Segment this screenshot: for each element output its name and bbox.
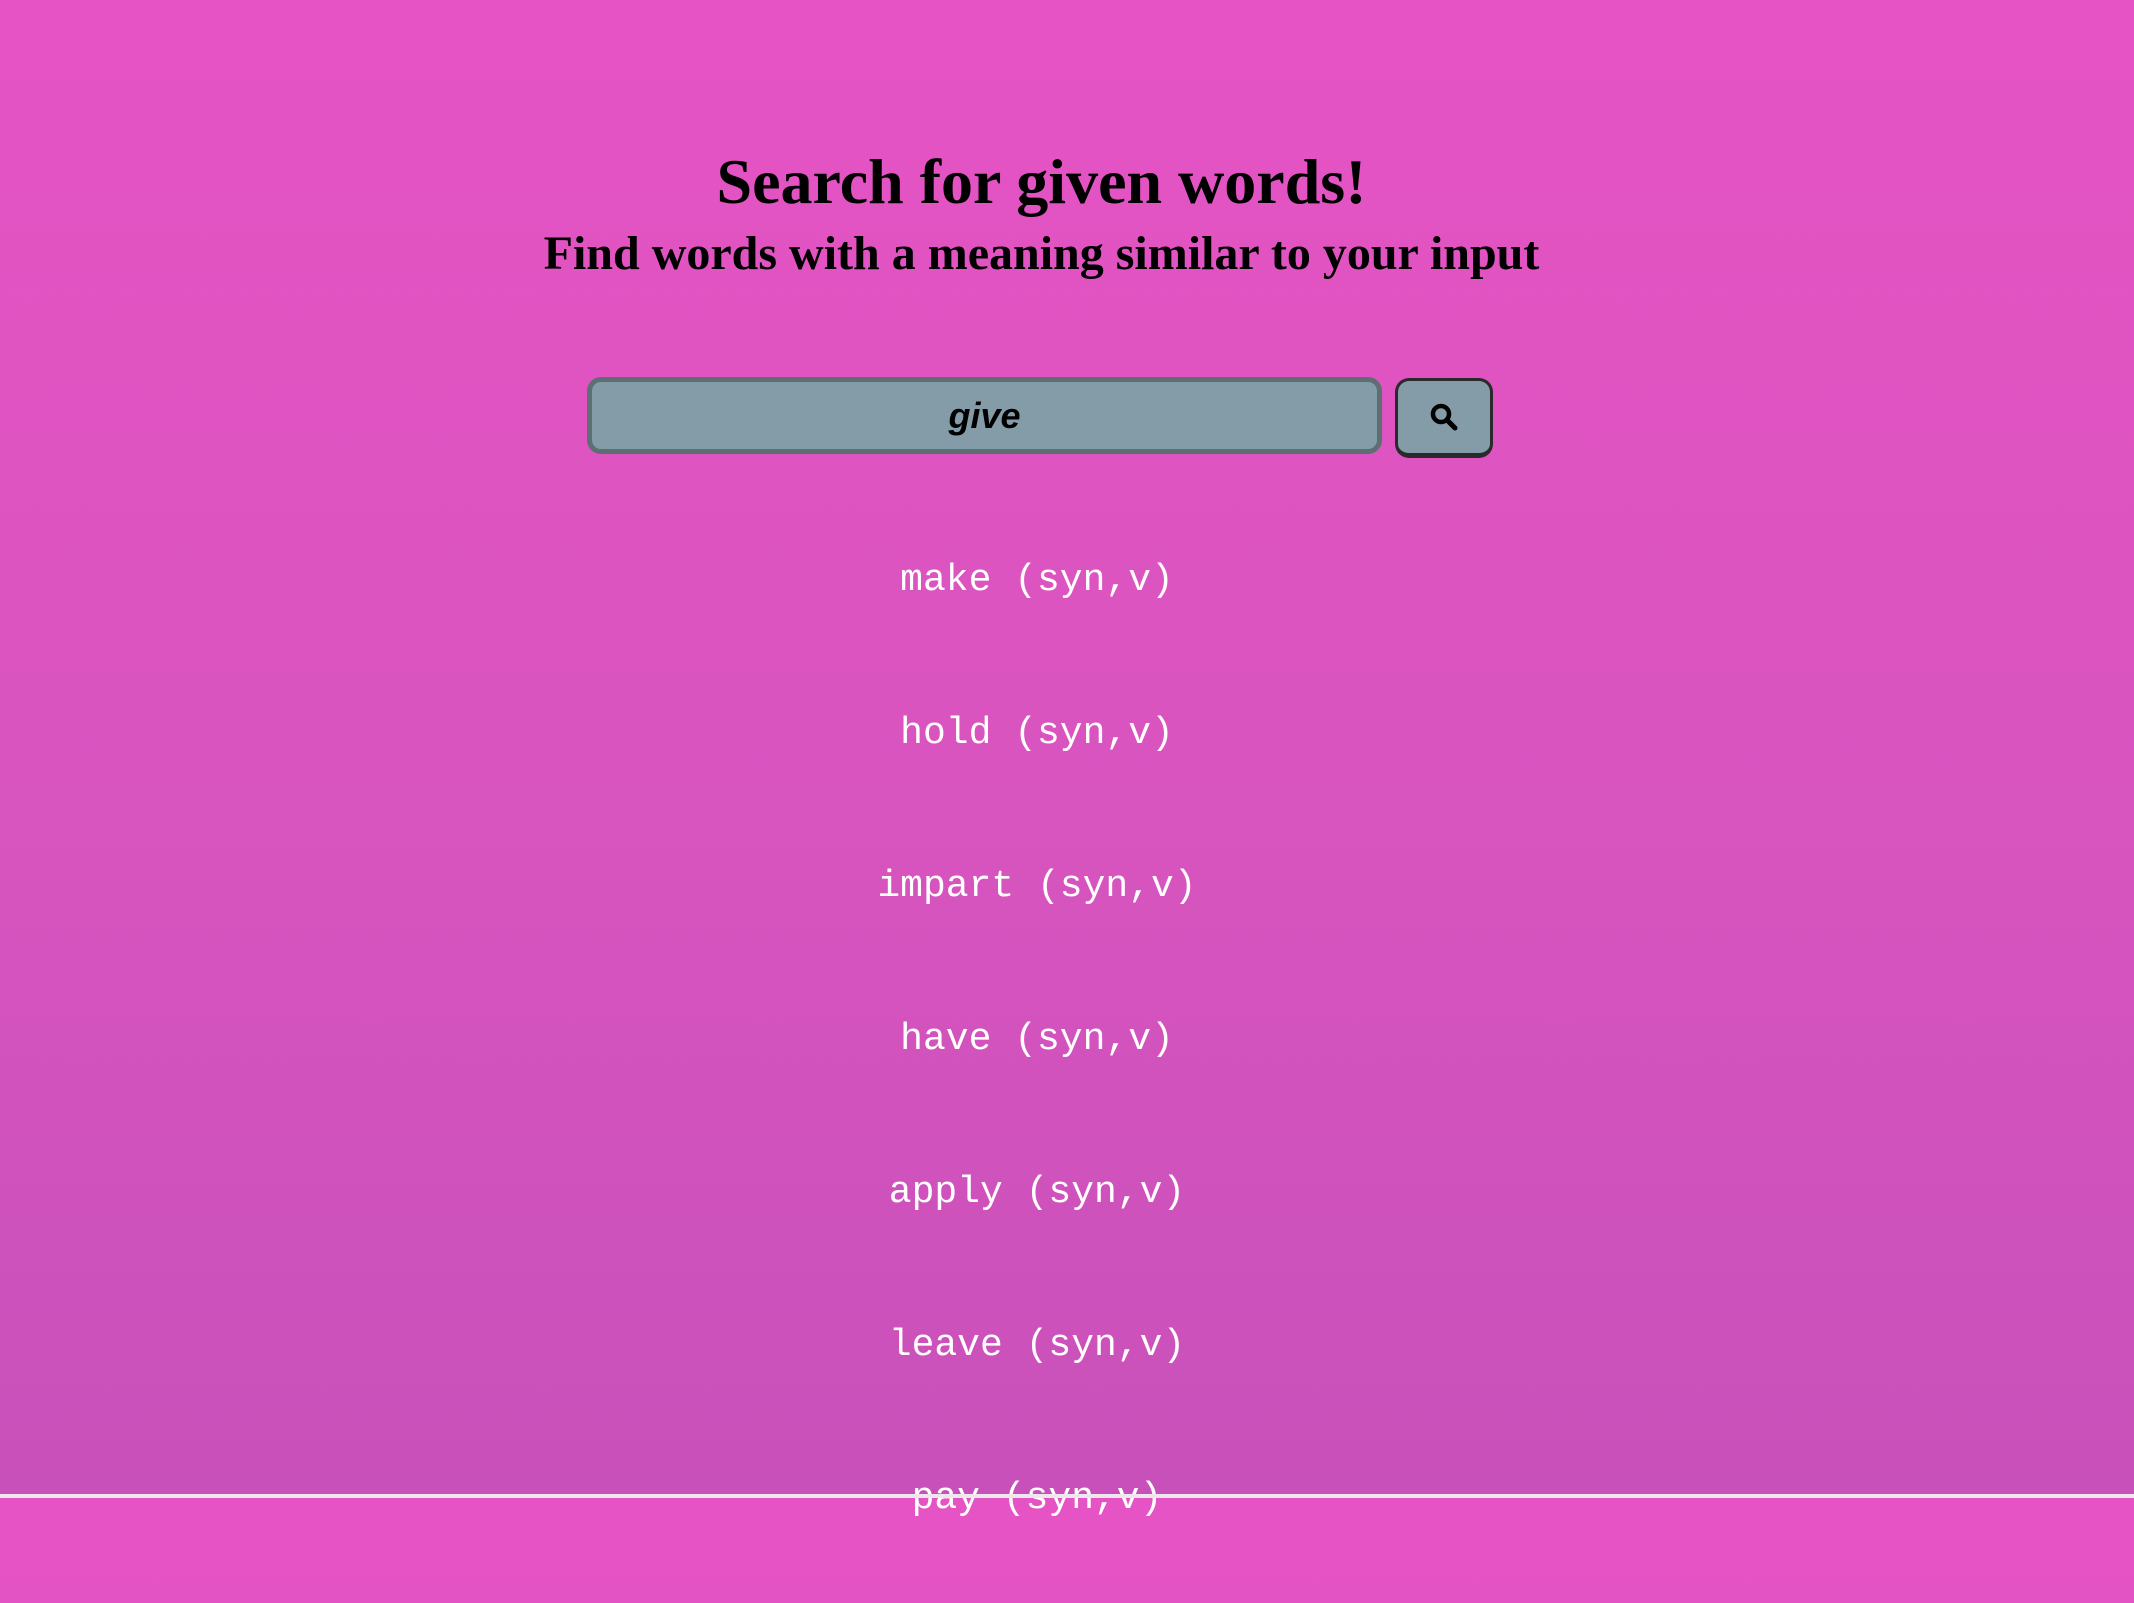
result-item[interactable]: make (syn,v)	[0, 532, 2074, 685]
search-input[interactable]	[587, 377, 1382, 454]
result-item[interactable]: pay (syn,v)	[0, 1450, 2074, 1603]
search-button[interactable]	[1395, 378, 1493, 458]
result-item[interactable]: leave (syn,v)	[0, 1297, 2074, 1450]
search-icon	[1428, 401, 1460, 433]
page-subtitle: Find words with a meaning similar to you…	[543, 227, 1540, 280]
window-bottom-edge	[0, 1494, 2134, 1498]
page-title: Search for given words!	[716, 146, 1367, 217]
results-list: make (syn,v) hold (syn,v) impart (syn,v)…	[0, 532, 2074, 1603]
result-item[interactable]: hold (syn,v)	[0, 685, 2074, 838]
page-header: Search for given words! Find words with …	[0, 140, 2083, 284]
result-item[interactable]: have (syn,v)	[0, 991, 2074, 1144]
result-item[interactable]: impart (syn,v)	[0, 838, 2074, 991]
result-item[interactable]: apply (syn,v)	[0, 1144, 2074, 1297]
